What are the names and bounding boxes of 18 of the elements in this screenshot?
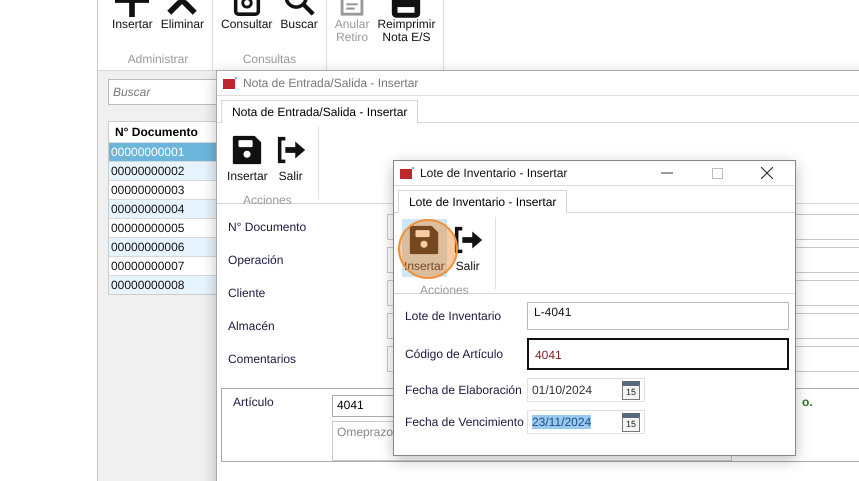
field-label: Fecha de Elaboración — [404, 383, 523, 397]
status-text: o. — [801, 395, 814, 411]
group-label: Consultas — [242, 52, 296, 68]
field-label: Artículo — [232, 395, 275, 411]
field-label: Código de Artículo — [404, 347, 504, 361]
group-label: Acciones — [420, 282, 469, 299]
field-label: Almacén — [227, 319, 276, 333]
field-label: N° Documento — [227, 220, 308, 234]
field-label: Lote de Inventario — [404, 309, 502, 323]
field-label: Cliente — [227, 286, 266, 300]
column-header: N° Documento — [114, 124, 199, 141]
field-label: Operación — [227, 253, 284, 267]
group-label: Administrar — [128, 52, 188, 68]
field-label: Fecha de Vencimiento — [404, 415, 525, 429]
window-title: Lote de Inventario - Insertar — [420, 166, 568, 180]
field-label: Comentarios — [227, 352, 298, 366]
window-title: Nota de Entrada/Salida - Insertar — [243, 76, 420, 90]
group-label: Acciones — [242, 192, 292, 209]
